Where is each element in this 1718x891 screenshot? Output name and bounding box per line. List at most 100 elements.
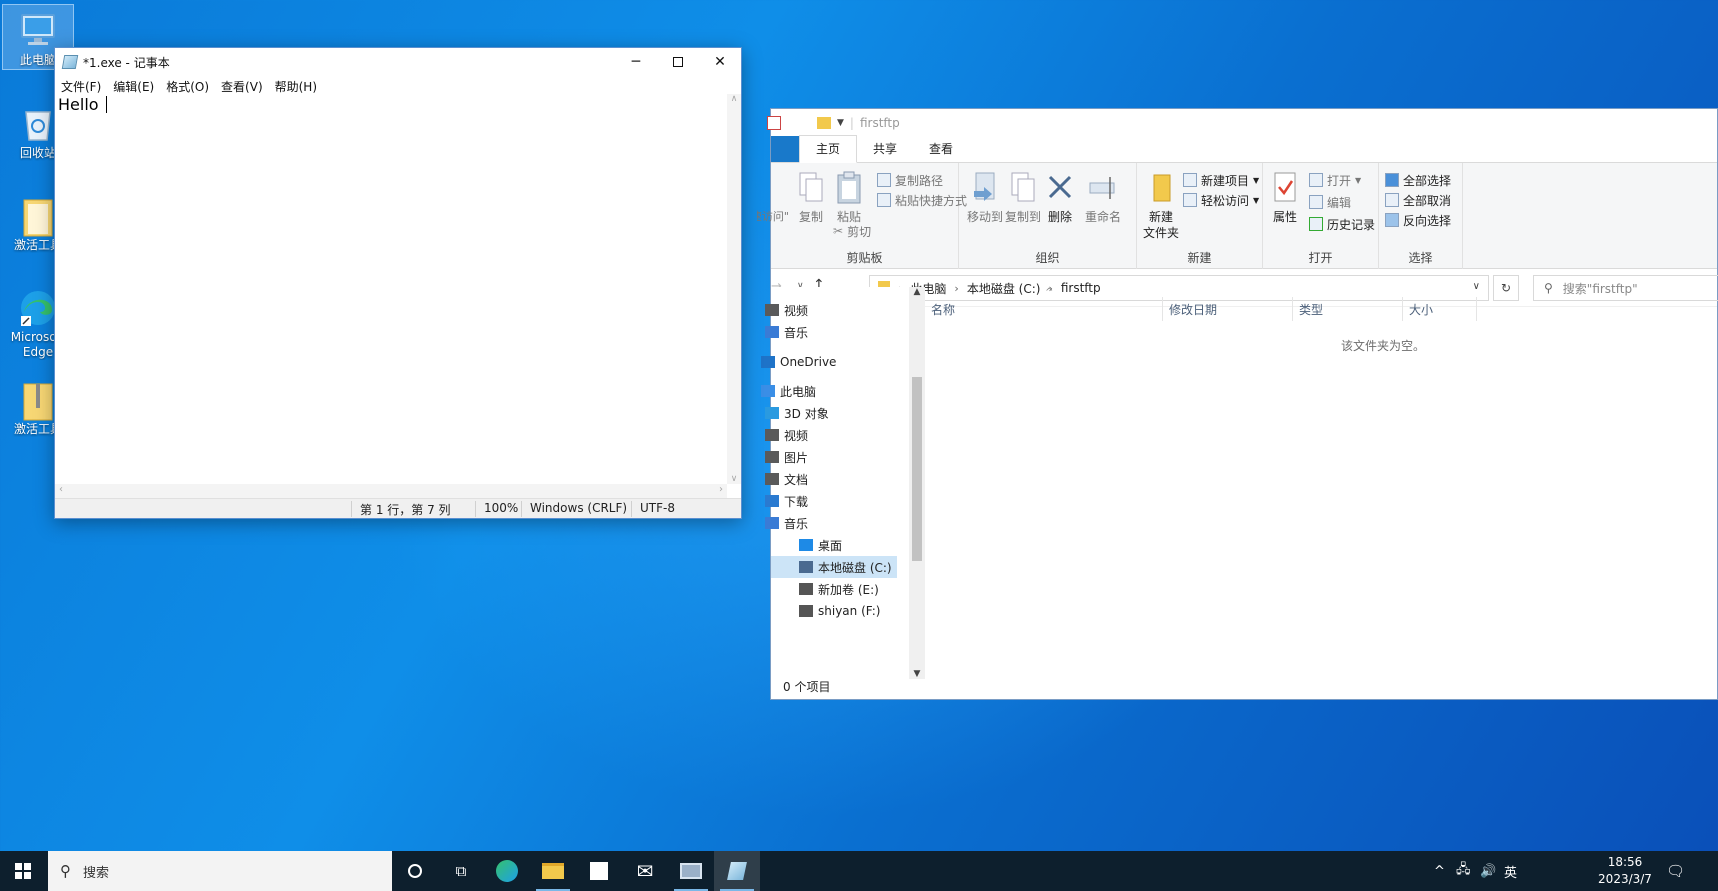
copy-to-button[interactable]: 复制到	[1001, 171, 1045, 225]
menu-view[interactable]: 查看(V)	[221, 78, 263, 95]
column-header-type[interactable]: 类型	[1293, 297, 1403, 321]
notepad-horizontal-scrollbar[interactable]: ‹ ›	[55, 484, 727, 498]
breadcrumb-current-folder[interactable]: firstftp	[1061, 281, 1101, 295]
notepad-titlebar[interactable]: *1.exe - 记事本 ─ ✕	[55, 48, 741, 76]
nav-item-local-disk-c[interactable]: 本地磁盘 (C:)	[771, 556, 897, 578]
quick-access-checkmark-icon[interactable]	[767, 116, 781, 130]
scroll-down-icon[interactable]: ▼	[909, 669, 925, 679]
recycle-bin-icon	[18, 104, 58, 144]
delete-button[interactable]: 删除	[1043, 171, 1077, 225]
tab-view[interactable]: 查看	[913, 136, 969, 162]
refresh-button[interactable]: ↻	[1493, 275, 1519, 301]
scroll-left-icon[interactable]: ‹	[59, 484, 63, 495]
pin-quick-access-button[interactable]: 固定到"快速访问"	[757, 171, 791, 224]
taskbar-clock[interactable]: 18:56 2023/3/7	[1590, 854, 1660, 888]
tray-show-hidden-icons[interactable]: ^	[1434, 851, 1445, 891]
taskbar-remote-app-button[interactable]	[668, 851, 714, 891]
tab-file[interactable]	[771, 136, 799, 162]
menu-help[interactable]: 帮助(H)	[275, 78, 317, 95]
minimize-button[interactable]: ─	[615, 48, 657, 76]
maximize-button[interactable]	[657, 48, 699, 76]
cortana-button[interactable]	[392, 851, 438, 891]
close-button[interactable]: ✕	[699, 48, 741, 76]
column-header-date[interactable]: 修改日期	[1163, 297, 1293, 321]
menu-format[interactable]: 格式(O)	[166, 78, 209, 95]
remote-desktop-icon	[680, 863, 702, 879]
scroll-up-icon[interactable]: ∧	[727, 94, 741, 104]
edit-icon	[1309, 195, 1323, 209]
task-view-button[interactable]: ⧉	[438, 851, 484, 891]
nav-item-downloads[interactable]: 下载	[765, 490, 808, 512]
scroll-up-icon[interactable]: ▲	[909, 287, 925, 297]
clock-time: 18:56	[1607, 855, 1643, 869]
new-folder-button[interactable]: 新建 文件夹	[1139, 171, 1183, 241]
tray-network[interactable]: 🖧	[1456, 851, 1471, 891]
action-center-button[interactable]: 🗨	[1666, 851, 1685, 891]
cut-button[interactable]: ✂ 剪切	[833, 221, 871, 241]
nav-item-videos-pc[interactable]: 视频	[765, 424, 808, 446]
taskbar-edge-button[interactable]	[484, 851, 530, 891]
nav-item-music-pc[interactable]: 音乐	[765, 512, 808, 534]
nav-item-onedrive[interactable]: OneDrive	[761, 351, 836, 373]
select-none-label: 全部取消	[1403, 193, 1452, 208]
open-button[interactable]: 打开 ▼	[1309, 170, 1361, 190]
taskbar-file-explorer-button[interactable]	[530, 851, 576, 891]
nav-scrollbar-thumb[interactable]	[912, 377, 922, 561]
invert-selection-button[interactable]: 反向选择	[1385, 210, 1451, 230]
tray-volume[interactable]: 🔊	[1480, 851, 1496, 891]
paste-shortcut-icon	[877, 193, 891, 207]
search-input[interactable]: ⚲ 搜索"firstftp"	[1533, 275, 1718, 301]
menu-file[interactable]: 文件(F)	[61, 78, 101, 95]
column-header-size[interactable]: 大小	[1403, 297, 1477, 321]
nav-item-desktop[interactable]: 桌面	[771, 534, 842, 556]
menu-edit[interactable]: 编辑(E)	[113, 78, 154, 95]
nav-item-music[interactable]: 音乐	[765, 321, 808, 343]
notepad-text-area[interactable]: Hello	[55, 94, 727, 484]
select-all-button[interactable]: 全部选择	[1385, 170, 1451, 190]
paste-shortcut-button[interactable]: 粘贴快捷方式	[877, 190, 967, 210]
notepad-vertical-scrollbar[interactable]: ∧ ∨	[727, 94, 741, 484]
column-header-name[interactable]: 名称	[925, 297, 1163, 321]
zip-folder-icon	[18, 380, 58, 421]
taskbar-store-button[interactable]	[576, 851, 622, 891]
nav-item-pictures[interactable]: 图片	[765, 446, 808, 468]
chevron-down-icon[interactable]: ▼	[837, 118, 844, 128]
nav-item-3d-objects[interactable]: 3D 对象	[765, 402, 829, 424]
nav-item-this-pc[interactable]: 此电脑	[761, 380, 816, 402]
nav-item-documents[interactable]: 文档	[765, 468, 808, 490]
tab-share[interactable]: 共享	[857, 136, 913, 162]
rename-button[interactable]: 重命名	[1081, 171, 1125, 225]
open-icon	[1309, 173, 1323, 187]
paste-button[interactable]: 粘贴	[827, 171, 871, 225]
history-button[interactable]: 历史记录	[1309, 214, 1375, 234]
scroll-down-icon[interactable]: ∨	[727, 474, 741, 484]
copy-path-button[interactable]: 复制路径	[877, 170, 943, 190]
paste-shortcut-label: 粘贴快捷方式	[895, 193, 968, 208]
taskbar-mail-button[interactable]: ✉	[622, 851, 668, 891]
nav-item-label: 图片	[784, 450, 809, 465]
tab-home[interactable]: 主页	[799, 135, 858, 163]
status-zoom: 100%	[475, 501, 518, 517]
easy-access-button[interactable]: 轻松访问 ▼	[1183, 190, 1259, 210]
group-label-clipboard: 剪贴板	[846, 251, 883, 265]
scroll-right-icon[interactable]: ›	[719, 484, 723, 495]
nav-item-shiyan-f[interactable]: shiyan (F:)	[771, 600, 880, 622]
tray-input-method[interactable]: 英	[1504, 851, 1517, 891]
explorer-titlebar[interactable]: ▼ | firstftp	[767, 109, 1717, 137]
nav-item-videos[interactable]: 视频	[765, 299, 808, 321]
properties-button[interactable]: 属性	[1263, 171, 1307, 225]
taskbar-notepad-button[interactable]	[714, 851, 760, 891]
breadcrumb-separator-icon: ›	[954, 281, 959, 295]
taskbar-search-box[interactable]: ⚲ 搜索	[48, 851, 392, 891]
breadcrumb-local-disk[interactable]: 本地磁盘 (C:)	[967, 280, 1041, 297]
nav-item-new-volume-e[interactable]: 新加卷 (E:)	[771, 578, 879, 600]
edit-button[interactable]: 编辑	[1309, 192, 1351, 212]
nav-scrollbar[interactable]: ▲ ▼	[909, 287, 925, 679]
open-label: 打开	[1327, 173, 1352, 188]
copy-to-label: 复制到	[1004, 210, 1041, 224]
address-dropdown-icon[interactable]: ∨	[1473, 281, 1480, 292]
start-button[interactable]	[0, 851, 46, 891]
select-none-button[interactable]: 全部取消	[1385, 190, 1451, 210]
properties-label: 属性	[1272, 210, 1297, 224]
new-item-button[interactable]: 新建项目 ▼	[1183, 170, 1259, 190]
